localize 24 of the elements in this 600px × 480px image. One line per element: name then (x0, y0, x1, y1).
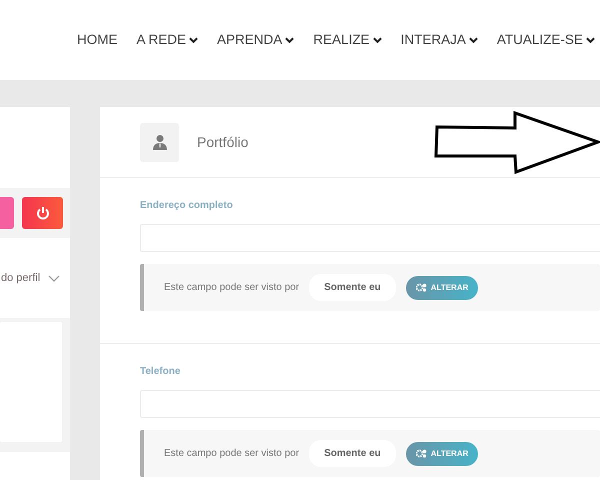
power-icon (36, 206, 50, 220)
visibility-label: Este campo pode ser visto por (164, 447, 300, 461)
chevron-icon[interactable] (189, 36, 198, 44)
panel-title: Portfólio (197, 132, 248, 152)
chevron-icon[interactable] (586, 36, 595, 44)
nav-link[interactable]: INTERAJA (400, 30, 478, 50)
nav-link[interactable]: HOME (77, 30, 118, 50)
chevron-icon[interactable] (372, 36, 382, 44)
nav-link[interactable]: ATUALIZE-SE (496, 30, 595, 50)
chevron-icon[interactable] (468, 36, 478, 44)
nav-link[interactable]: APRENDA (217, 30, 294, 50)
power-button[interactable] (22, 197, 63, 229)
visibility-value: Somente eu (309, 440, 396, 467)
visibility-label: Este campo pode ser visto por (164, 281, 300, 295)
avatar-icon (140, 122, 179, 162)
nav-link[interactable]: REALIZE (313, 30, 382, 50)
nav-link[interactable]: A REDE (136, 30, 198, 50)
field-label: Telefone (140, 365, 182, 379)
field-label: Endereço completo (140, 199, 234, 213)
menu-item[interactable]: do perfil (1, 270, 40, 286)
gears-icon (416, 283, 427, 292)
chevron-icon[interactable] (285, 36, 294, 44)
visibility-value: Somente eu (309, 274, 396, 301)
gears-icon (416, 449, 427, 458)
